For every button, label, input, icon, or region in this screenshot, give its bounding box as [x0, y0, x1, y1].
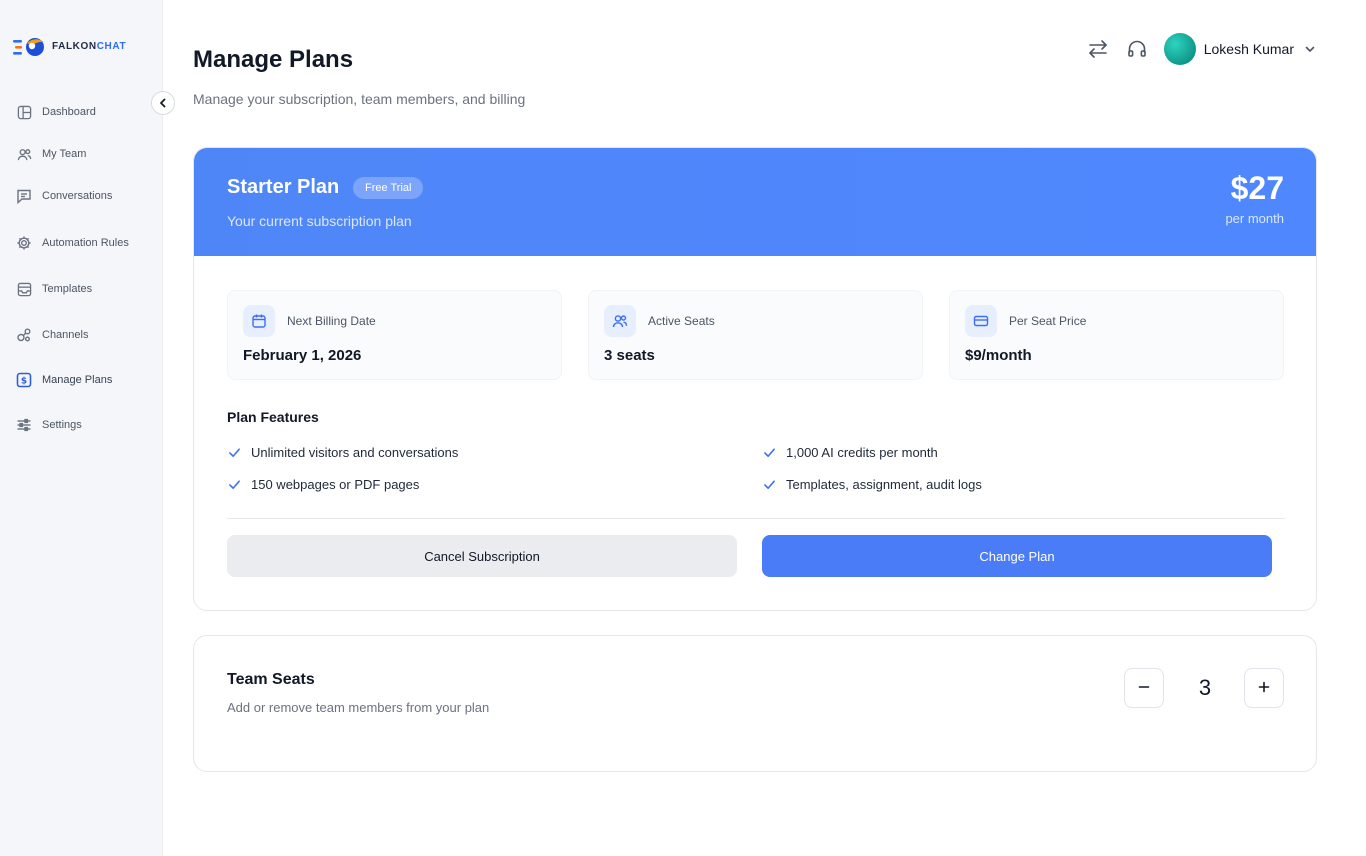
sidebar-item-automation-rules[interactable]: Automation Rules	[0, 228, 163, 258]
feature-item: Unlimited visitors and conversations	[227, 445, 458, 460]
seats-count: 3	[1198, 675, 1212, 700]
sidebar: FALKONCHAT Dashboard My Team Conversatio…	[0, 0, 163, 856]
inbox-icon	[16, 281, 32, 297]
stat-active-seats: Active Seats 3 seats	[588, 290, 923, 380]
feature-text: Unlimited visitors and conversations	[251, 445, 459, 460]
plus-icon	[1257, 680, 1271, 697]
stat-label: Active Seats	[648, 314, 715, 328]
user-name: Lokesh Kumar	[1203, 41, 1294, 57]
stat-per-seat-price: Per Seat Price $9/month	[949, 290, 1284, 380]
sidebar-item-label: Settings	[42, 419, 82, 431]
status-badge: Free Trial	[353, 177, 424, 199]
sliders-icon	[16, 417, 32, 433]
feature-text: 1,000 AI credits per month	[786, 445, 938, 460]
plan-price: $27	[1230, 170, 1284, 206]
plan-period: per month	[1225, 211, 1284, 226]
sidebar-item-label: Channels	[42, 329, 89, 341]
feature-item: 1,000 AI credits per month	[762, 445, 938, 460]
stat-value: $9/month	[965, 347, 1032, 364]
check-icon	[227, 478, 241, 492]
chevron-left-icon	[158, 96, 168, 111]
sidebar-item-templates[interactable]: Templates	[0, 274, 163, 304]
sidebar-item-label: Templates	[42, 283, 93, 295]
channels-icon	[16, 327, 32, 343]
gear-icon	[16, 235, 32, 251]
dashboard-icon	[16, 104, 32, 120]
seats-description: Add or remove team members from your pla…	[227, 700, 490, 715]
plan-description: Your current subscription plan	[227, 213, 412, 229]
stat-label: Next Billing Date	[287, 314, 376, 328]
sidebar-item-label: Conversations	[42, 190, 113, 202]
calendar-icon	[243, 305, 275, 337]
sidebar-item-dashboard[interactable]: Dashboard	[0, 97, 163, 127]
top-bar: Lokesh Kumar	[1087, 33, 1316, 65]
cancel-subscription-button[interactable]: Cancel Subscription	[227, 535, 737, 577]
headphones-icon[interactable]	[1126, 38, 1148, 60]
chat-icon	[16, 188, 32, 204]
increase-seats-button[interactable]	[1244, 668, 1284, 708]
team-seats-card: Team Seats Add or remove team members fr…	[193, 635, 1317, 772]
minus-icon	[1137, 680, 1151, 697]
stat-next-billing-date: Next Billing Date February 1, 2026	[227, 290, 562, 380]
seats-title: Team Seats	[227, 671, 315, 688]
page-subtitle: Manage your subscription, team members, …	[193, 91, 526, 107]
falkon-logo-icon	[12, 34, 46, 58]
feature-text: Templates, assignment, audit logs	[786, 477, 982, 492]
sidebar-item-label: Automation Rules	[42, 237, 129, 249]
plan-stats: Next Billing Date February 1, 2026 Activ…	[227, 290, 1284, 380]
sidebar-item-channels[interactable]: Channels	[0, 320, 163, 350]
brand-name: FALKONCHAT	[52, 40, 127, 52]
stat-label: Per Seat Price	[1009, 314, 1087, 328]
check-icon	[227, 446, 241, 460]
check-icon	[762, 478, 776, 492]
check-icon	[762, 446, 776, 460]
team-icon	[16, 146, 32, 162]
user-menu[interactable]: Lokesh Kumar	[1163, 33, 1316, 65]
sidebar-item-my-team[interactable]: My Team	[0, 139, 163, 169]
avatar	[1163, 33, 1196, 65]
sidebar-item-settings[interactable]: Settings	[0, 410, 163, 440]
brand-logo[interactable]: FALKONCHAT	[12, 34, 126, 58]
plan-header: Starter Plan Free Trial Your current sub…	[194, 148, 1316, 256]
features-title: Plan Features	[227, 409, 319, 425]
feature-item: 150 webpages or PDF pages	[227, 477, 419, 492]
billing-icon: $	[16, 372, 32, 388]
feature-item: Templates, assignment, audit logs	[762, 477, 982, 492]
stat-value: February 1, 2026	[243, 347, 362, 364]
sidebar-item-manage-plans[interactable]: $ Manage Plans	[0, 365, 163, 395]
decrease-seats-button[interactable]	[1124, 668, 1164, 708]
divider	[227, 518, 1285, 519]
feature-text: 150 webpages or PDF pages	[251, 477, 420, 492]
svg-text:$: $	[21, 377, 27, 387]
plan-name: Starter Plan	[227, 176, 340, 198]
credit-card-icon	[965, 305, 997, 337]
sidebar-item-label: Dashboard	[42, 106, 96, 118]
chevron-down-icon	[1304, 43, 1316, 55]
users-icon	[604, 305, 636, 337]
sidebar-item-label: Manage Plans	[42, 374, 113, 386]
current-plan-card: Starter Plan Free Trial Your current sub…	[193, 147, 1317, 611]
sidebar-item-conversations[interactable]: Conversations	[0, 181, 163, 211]
sidebar-item-label: My Team	[42, 148, 87, 160]
switch-arrows-icon[interactable]	[1087, 38, 1109, 60]
page-title: Manage Plans	[193, 46, 354, 73]
change-plan-button[interactable]: Change Plan	[762, 535, 1272, 577]
stat-value: 3 seats	[604, 347, 655, 364]
sidebar-collapse-button[interactable]	[151, 91, 175, 115]
